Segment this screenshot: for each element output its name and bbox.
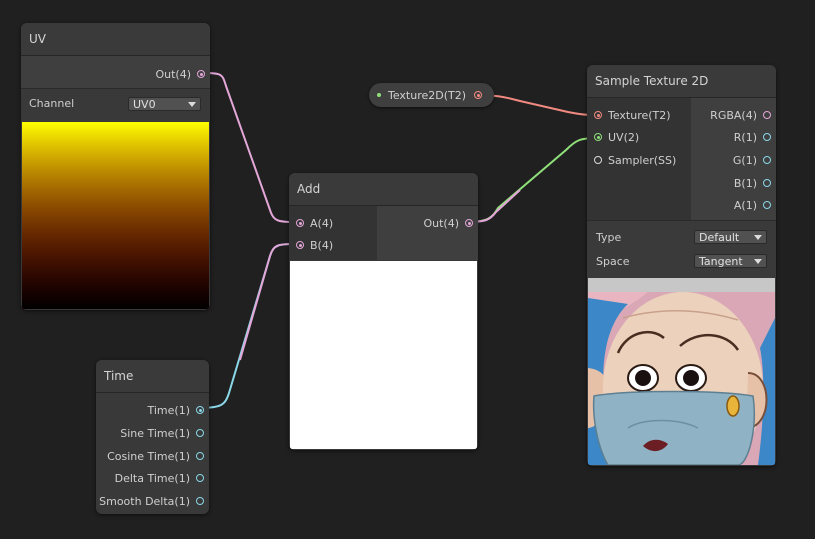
port-connected-icon[interactable] [594,111,602,119]
port-icon[interactable] [763,133,771,141]
sample-input-texture-port[interactable]: Texture(T2) [594,107,671,123]
time-node[interactable]: Time Time(1) Sine Time(1) Cosine Time(1)… [96,360,209,514]
sample-input-uv-port[interactable]: UV(2) [594,129,639,145]
sample-input-sampler-label: Sampler(SS) [608,153,677,167]
time-node-title: Time [104,369,134,383]
delta-time-label: Delta Time(1) [114,471,190,485]
uv-node-header[interactable]: UV [21,23,210,56]
sample-out-rgba-label: RGBA(4) [710,108,757,122]
wire-add-to-sample-uv[interactable] [465,137,599,223]
port-connected-icon[interactable] [296,241,304,249]
uv-node-title: UV [29,32,46,46]
chevron-down-icon [188,102,196,107]
sample-input-uv-label: UV(2) [608,130,640,144]
add-out-port[interactable]: Out(4) [423,215,473,231]
time-node-header[interactable]: Time [96,360,209,393]
chevron-down-icon [754,259,762,264]
texture-property-node[interactable]: Texture2D(T2) [369,83,494,107]
sample-out-a-port[interactable]: A(1) [734,197,771,213]
sample-input-sampler-port[interactable]: Sampler(SS) [594,152,676,168]
sample-texture-title: Sample Texture 2D [595,74,709,88]
sample-texture-node[interactable]: Sample Texture 2D Texture(T2) UV(2) Samp… [587,65,776,466]
sample-space-value: Tangent [699,254,743,268]
time-out-sine-port[interactable]: Sine Time(1) [120,425,204,441]
port-connected-icon[interactable] [196,406,204,414]
port-icon[interactable] [196,429,204,437]
add-node-header[interactable]: Add [289,173,478,206]
sample-out-b-label: B(1) [733,176,757,190]
chevron-down-icon [754,235,762,240]
sample-out-rgba-port[interactable]: RGBA(4) [710,107,771,123]
add-input-a-label: A(4) [310,216,334,230]
sample-texture-header[interactable]: Sample Texture 2D [587,65,776,98]
port-connected-icon[interactable] [197,70,205,78]
port-icon[interactable] [196,474,204,482]
uv-channel-dropdown[interactable]: UV0 [128,97,201,111]
add-preview [290,261,477,449]
time-out-delta-port[interactable]: Delta Time(1) [115,470,204,486]
add-out-label: Out(4) [423,216,459,230]
port-connected-icon[interactable] [474,91,483,99]
sample-out-r-label: R(1) [733,130,757,144]
sine-time-label: Sine Time(1) [120,426,190,440]
port-icon[interactable] [763,111,771,119]
sample-input-texture-label: Texture(T2) [608,108,671,122]
smooth-delta-label: Smooth Delta(1) [99,494,190,508]
sample-space-label: Space [596,255,630,268]
sample-out-r-port[interactable]: R(1) [734,129,771,145]
time-out-smooth-delta-port[interactable]: Smooth Delta(1) [99,493,204,509]
uv-channel-label: Channel [29,97,75,110]
sample-out-a-label: A(1) [733,198,757,212]
add-input-a-port[interactable]: A(4) [296,215,333,231]
uv-out-port[interactable]: Out(4) [155,66,205,82]
add-node[interactable]: Add A(4) B(4) Out(4) [289,173,478,450]
cosine-time-label: Cosine Time(1) [107,449,190,463]
property-exposed-icon [377,93,381,97]
port-icon[interactable] [763,201,771,209]
uv-out-label: Out(4) [155,67,191,81]
sample-out-b-port[interactable]: B(1) [734,175,771,191]
port-icon[interactable] [196,452,204,460]
sample-settings-area [587,220,776,278]
port-icon[interactable] [594,156,602,164]
wire-texture-to-sample[interactable] [475,94,599,116]
sample-out-g-label: G(1) [732,153,757,167]
sample-type-label: Type [596,231,622,244]
port-connected-icon[interactable] [594,133,602,141]
uv-node[interactable]: UV Out(4) Channel UV0 [21,23,210,310]
uv-preview [22,122,209,309]
uv-channel-value: UV0 [133,97,156,111]
add-input-b-port[interactable]: B(4) [296,237,333,253]
add-input-b-label: B(4) [310,238,334,252]
port-icon[interactable] [763,156,771,164]
port-icon[interactable] [763,179,771,187]
port-connected-icon[interactable] [465,219,473,227]
texture-property-label: Texture2D(T2) [388,88,467,102]
add-node-title: Add [297,182,321,196]
time-out-label: Time(1) [147,403,190,417]
sample-type-dropdown[interactable]: Default [694,230,767,244]
texture-preview-image [588,278,775,465]
sample-type-value: Default [699,230,740,244]
sample-space-dropdown[interactable]: Tangent [694,254,767,268]
time-out-time-port[interactable]: Time(1) [147,402,204,418]
time-out-cosine-port[interactable]: Cosine Time(1) [107,448,204,464]
wire-uv-to-add-a[interactable] [198,72,301,223]
port-connected-icon[interactable] [296,219,304,227]
port-icon[interactable] [196,497,204,505]
sample-out-g-port[interactable]: G(1) [733,152,771,168]
